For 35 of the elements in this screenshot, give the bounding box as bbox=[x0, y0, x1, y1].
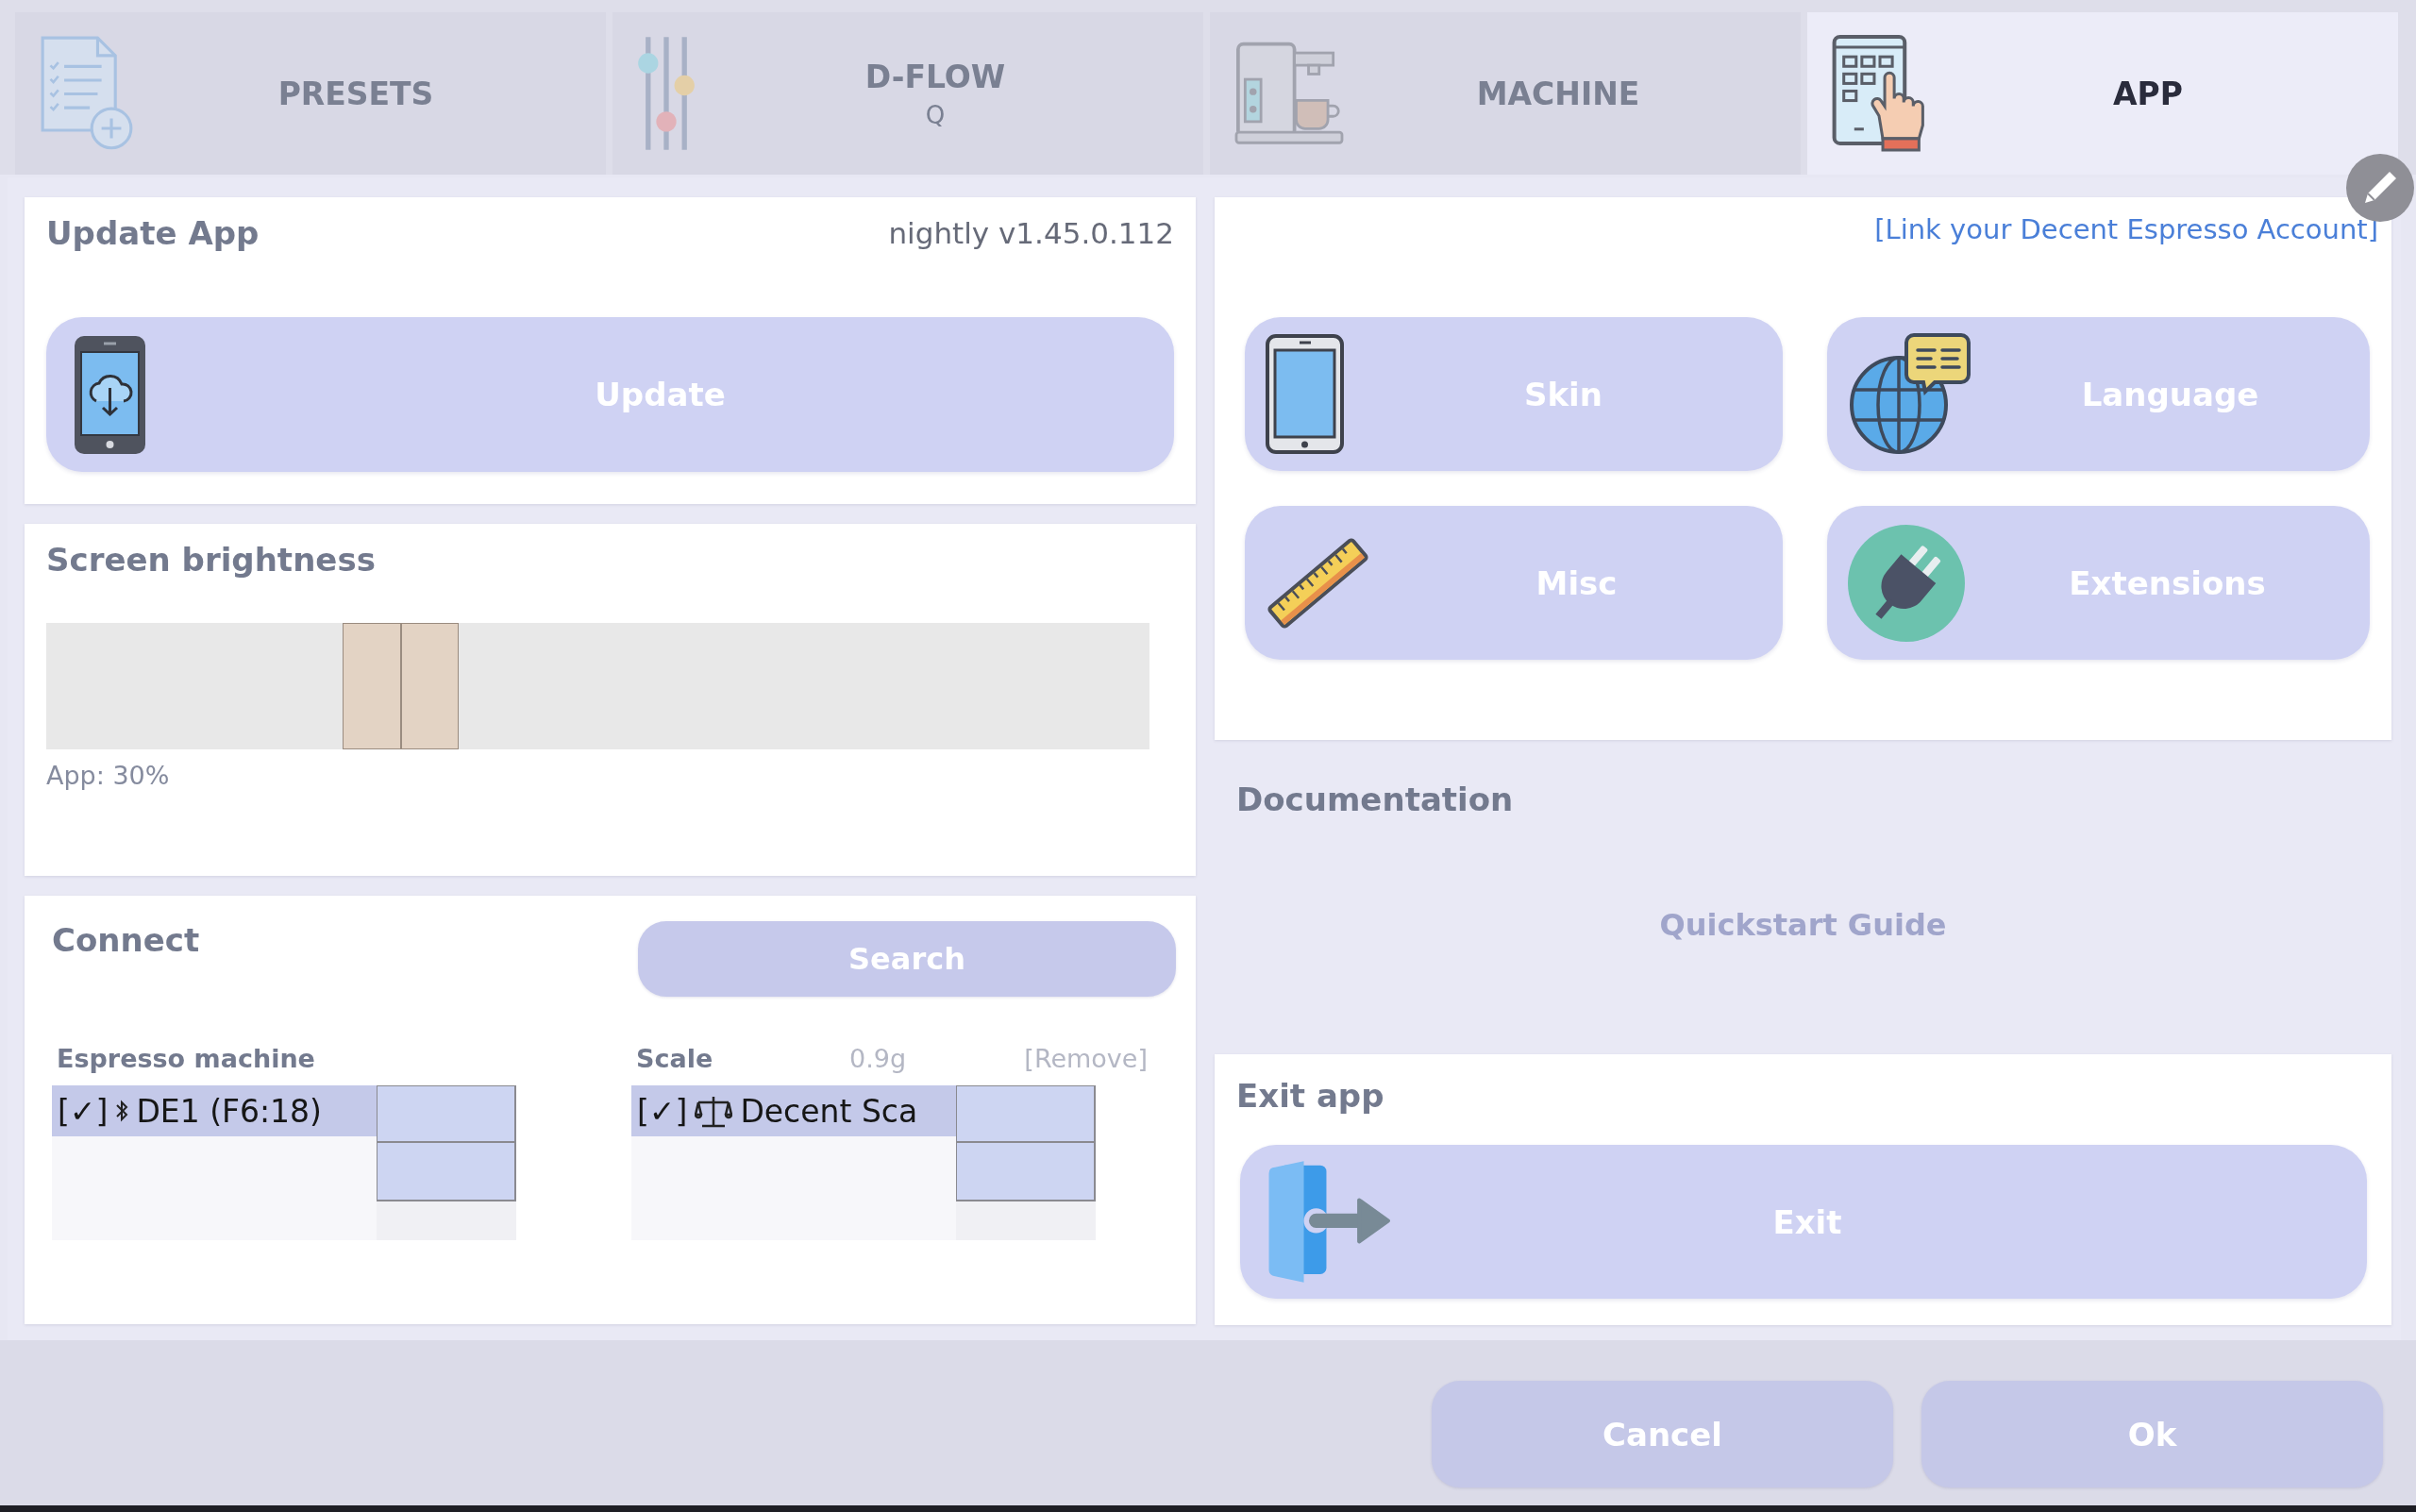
balance-scale-icon bbox=[695, 1094, 733, 1128]
quickstart-guide-button[interactable]: Quickstart Guide bbox=[1640, 898, 1966, 952]
section-title: Documentation bbox=[1236, 781, 1515, 819]
list-label: Scale bbox=[636, 1043, 714, 1073]
globe-speech-bubble-icon bbox=[1848, 332, 1971, 456]
cancel-button[interactable]: Cancel bbox=[1432, 1381, 1893, 1487]
document-plus-icon bbox=[40, 36, 134, 151]
list-label: Espresso machine bbox=[57, 1043, 315, 1073]
brightness-slider[interactable] bbox=[46, 623, 1149, 749]
account-link[interactable]: [Link your Decent Espresso Account] bbox=[1874, 213, 2378, 245]
bluetooth-icon bbox=[115, 1099, 129, 1123]
brightness-reading: App: 30% bbox=[46, 761, 171, 791]
slider-thumb[interactable] bbox=[342, 623, 459, 749]
tab[interactable]: APP bbox=[1807, 12, 2398, 175]
section-title: Exit app bbox=[1236, 1077, 1385, 1116]
espresso-machine-icon bbox=[1234, 41, 1344, 146]
phone-download-icon bbox=[74, 334, 146, 455]
section-title: Connect bbox=[52, 921, 200, 960]
tablet-icon bbox=[1266, 334, 1344, 454]
tab[interactable]: PRESETS bbox=[15, 12, 606, 175]
tab[interactable]: MACHINE bbox=[1210, 12, 1801, 175]
ok-button[interactable]: Ok bbox=[1921, 1381, 2383, 1487]
plug-icon bbox=[1848, 524, 1965, 642]
version-text: nightly v1.45.0.112 bbox=[888, 215, 1174, 252]
tab[interactable]: D-FLOW Q bbox=[612, 12, 1203, 175]
device-list-item[interactable]: [✓] DE1 (F6:18) bbox=[52, 1085, 377, 1136]
device-list-item[interactable]: [✓] Decent Sca bbox=[631, 1085, 956, 1136]
list-scrollbar[interactable] bbox=[956, 1085, 1096, 1240]
remove-link[interactable]: [Remove] bbox=[1024, 1043, 1148, 1073]
search-button[interactable]: Search bbox=[638, 921, 1176, 997]
tablet-hand-icon bbox=[1832, 35, 1926, 152]
section-title: Update App bbox=[46, 214, 260, 253]
list-scrollbar[interactable] bbox=[377, 1085, 516, 1240]
section-title: Screen brightness bbox=[46, 541, 377, 580]
scale-weight: 0.9g bbox=[849, 1043, 907, 1073]
